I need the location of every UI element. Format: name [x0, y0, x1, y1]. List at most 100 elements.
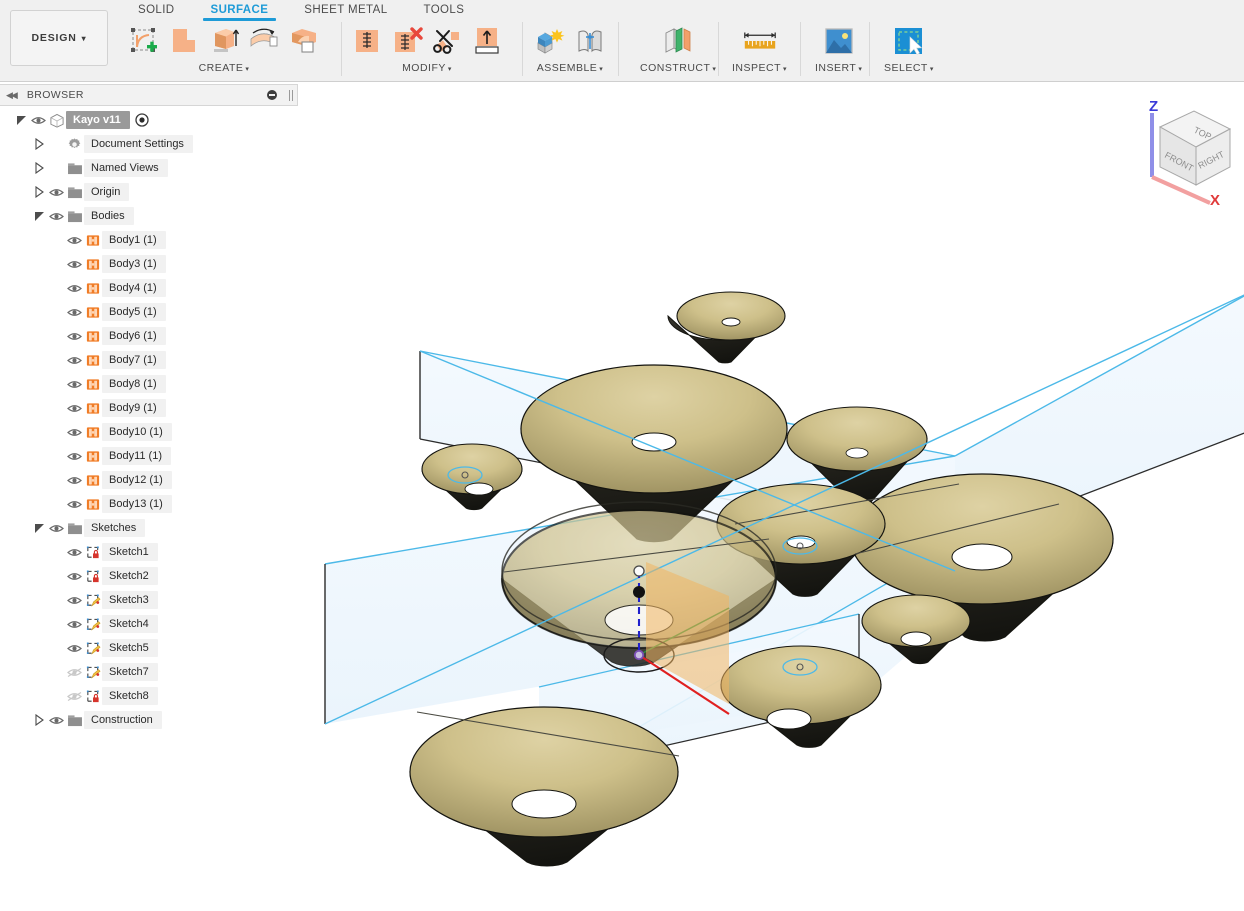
tree-item-body4-1[interactable]: Body4 (1)	[0, 278, 298, 298]
expander-open-icon[interactable]	[34, 522, 45, 534]
assemble-group-label[interactable]: ASSEMBLE ▾	[537, 62, 604, 74]
eye-hidden-icon[interactable]	[67, 667, 82, 678]
eye-visible-icon[interactable]	[67, 355, 82, 366]
visibility-toggle[interactable]	[66, 547, 83, 558]
visibility-toggle[interactable]	[66, 691, 83, 702]
modify-group-label[interactable]: MODIFY ▾	[402, 62, 452, 74]
canvas-viewport[interactable]	[299, 84, 1244, 911]
tree-item-body6-1[interactable]: Body6 (1)	[0, 326, 298, 346]
eye-visible-icon[interactable]	[67, 331, 82, 342]
browser-tree[interactable]: Kayo v11 Document Settings Named Views Orig…	[0, 110, 298, 750]
measure-button[interactable]	[741, 22, 779, 60]
expander[interactable]	[34, 137, 48, 151]
visibility-toggle[interactable]	[66, 331, 83, 342]
eye-visible-icon[interactable]	[67, 547, 82, 558]
joint-button[interactable]	[571, 22, 609, 60]
eye-visible-icon[interactable]	[67, 307, 82, 318]
visibility-toggle[interactable]	[48, 187, 65, 198]
expander-open-icon[interactable]	[16, 114, 27, 126]
tree-item-body12-1[interactable]: Body12 (1)	[0, 470, 298, 490]
visibility-toggle[interactable]	[66, 427, 83, 438]
eye-visible-icon[interactable]	[67, 643, 82, 654]
tab-sheet-metal[interactable]: SHEET METAL	[286, 0, 405, 21]
visibility-toggle[interactable]	[48, 715, 65, 726]
stitch-button[interactable]	[348, 22, 386, 60]
tree-item-construction[interactable]: Construction	[0, 710, 298, 730]
panel-resize-grip[interactable]	[289, 89, 290, 101]
tree-item-document-settings[interactable]: Document Settings	[0, 134, 298, 154]
minus-circle-icon[interactable]	[267, 90, 277, 100]
tree-item-body8-1[interactable]: Body8 (1)	[0, 374, 298, 394]
tree-item-sketch8[interactable]: Sketch8	[0, 686, 298, 706]
eye-visible-icon[interactable]	[67, 475, 82, 486]
eye-visible-icon[interactable]	[67, 571, 82, 582]
visibility-toggle[interactable]	[66, 451, 83, 462]
eye-visible-icon[interactable]	[67, 403, 82, 414]
eye-visible-icon[interactable]	[67, 235, 82, 246]
create-group-label[interactable]: CREATE ▾	[199, 62, 250, 74]
expander-closed-icon[interactable]	[34, 161, 45, 175]
select-button[interactable]	[890, 22, 928, 60]
patch-button[interactable]	[285, 22, 323, 60]
tree-item-sketch2[interactable]: Sketch2	[0, 566, 298, 586]
eye-visible-icon[interactable]	[67, 619, 82, 630]
visibility-toggle[interactable]	[48, 211, 65, 222]
eye-visible-icon[interactable]	[67, 451, 82, 462]
visibility-toggle[interactable]	[66, 595, 83, 606]
visibility-toggle[interactable]	[66, 499, 83, 510]
expander[interactable]	[16, 113, 30, 127]
extrude-button[interactable]	[165, 22, 203, 60]
tree-item-body3-1[interactable]: Body3 (1)	[0, 254, 298, 274]
eye-visible-icon[interactable]	[49, 523, 64, 534]
expander[interactable]	[34, 161, 48, 175]
tree-item-body1-1[interactable]: Body1 (1)	[0, 230, 298, 250]
radio-target-icon[interactable]	[135, 113, 149, 127]
visibility-toggle[interactable]	[30, 115, 47, 126]
eye-visible-icon[interactable]	[67, 595, 82, 606]
visibility-toggle[interactable]	[66, 235, 83, 246]
expander-open-icon[interactable]	[34, 210, 45, 222]
visibility-toggle[interactable]	[66, 307, 83, 318]
trim-button[interactable]	[428, 22, 466, 60]
tree-item-sketch1[interactable]: Sketch1	[0, 542, 298, 562]
body-cone-left-small[interactable]	[421, 443, 523, 511]
new-component-button[interactable]	[531, 22, 569, 60]
insert-group-label[interactable]: INSERT ▾	[815, 62, 862, 74]
offset-plane-button[interactable]	[659, 22, 697, 60]
tree-item-body9-1[interactable]: Body9 (1)	[0, 398, 298, 418]
tree-item-sketch4[interactable]: Sketch4	[0, 614, 298, 634]
expander[interactable]	[34, 209, 48, 223]
visibility-toggle[interactable]	[66, 475, 83, 486]
create-sketch-button[interactable]	[125, 22, 163, 60]
tree-item-body5-1[interactable]: Body5 (1)	[0, 302, 298, 322]
tab-solid[interactable]: SOLID	[120, 0, 193, 21]
eye-visible-icon[interactable]	[31, 115, 46, 126]
visibility-toggle[interactable]	[48, 523, 65, 534]
visibility-toggle[interactable]	[66, 283, 83, 294]
tree-item-sketch7[interactable]: Sketch7	[0, 662, 298, 682]
expander-closed-icon[interactable]	[34, 713, 45, 727]
extend-button[interactable]	[468, 22, 506, 60]
sweep-button[interactable]	[245, 22, 283, 60]
eye-visible-icon[interactable]	[67, 283, 82, 294]
eye-visible-icon[interactable]	[67, 427, 82, 438]
tree-item-body10-1[interactable]: Body10 (1)	[0, 422, 298, 442]
expander-closed-icon[interactable]	[34, 185, 45, 199]
view-cube[interactable]: Z X TOP FRONT RIGHT	[1130, 95, 1244, 209]
eye-hidden-icon[interactable]	[67, 691, 82, 702]
visibility-toggle[interactable]	[66, 571, 83, 582]
double-chevron-left-icon[interactable]: ◀◀	[6, 90, 18, 101]
tree-item-bodies[interactable]: Bodies	[0, 206, 298, 226]
tab-surface[interactable]: SURFACE	[193, 0, 287, 21]
body-cone-lower-right[interactable]	[720, 645, 882, 748]
expander[interactable]	[34, 521, 48, 535]
expander[interactable]	[34, 713, 48, 727]
tree-item-named-views[interactable]: Named Views	[0, 158, 298, 178]
tree-item-sketch5[interactable]: Sketch5	[0, 638, 298, 658]
visibility-toggle[interactable]	[66, 259, 83, 270]
select-group-label[interactable]: SELECT ▾	[884, 62, 934, 74]
tree-root-kayo[interactable]: Kayo v11	[0, 110, 298, 130]
eye-visible-icon[interactable]	[49, 715, 64, 726]
eye-visible-icon[interactable]	[67, 259, 82, 270]
unstitch-button[interactable]	[388, 22, 426, 60]
